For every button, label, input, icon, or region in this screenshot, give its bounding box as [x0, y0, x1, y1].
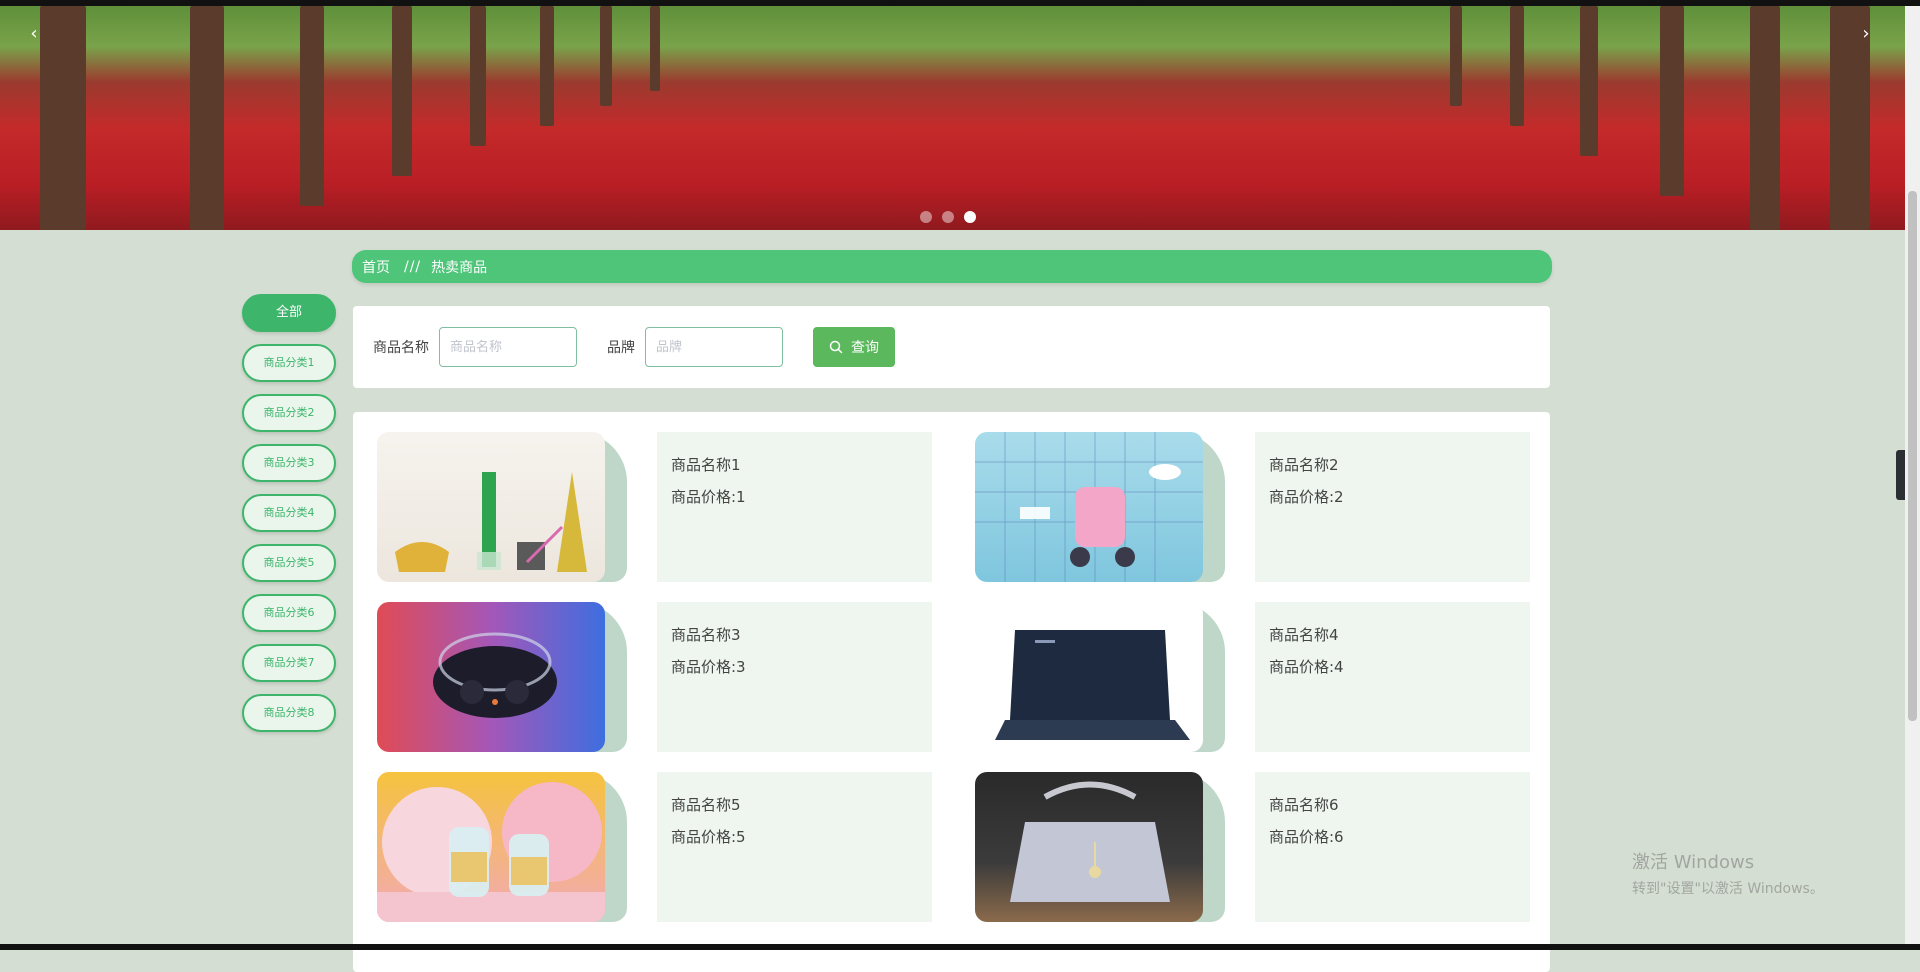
- category-button-3[interactable]: 商品分类3: [242, 444, 336, 482]
- banner-next-icon[interactable]: ›: [1856, 24, 1876, 44]
- category-sidebar: 全部 商品分类1 商品分类2 商品分类3 商品分类4 商品分类5 商品分类6 商…: [242, 294, 336, 744]
- product-image[interactable]: [377, 772, 605, 922]
- product-card[interactable]: 商品名称2 商品价格:2: [975, 432, 1555, 582]
- watermark-line1: 激活 Windows: [1632, 852, 1755, 873]
- carousel-dot-1[interactable]: [920, 211, 932, 223]
- search-button-label: 查询: [851, 340, 879, 356]
- product-price: 商品价格:4: [1269, 658, 1344, 676]
- product-info: 商品名称2 商品价格:2: [1255, 432, 1530, 582]
- carousel-dot-2[interactable]: [942, 211, 954, 223]
- product-name[interactable]: 商品名称6: [1269, 794, 1516, 815]
- product-card[interactable]: 商品名称6 商品价格:6: [975, 772, 1555, 922]
- product-price: 商品价格:6: [1269, 828, 1344, 846]
- product-card[interactable]: 商品名称1 商品价格:1: [377, 432, 957, 582]
- product-image[interactable]: [975, 602, 1203, 752]
- product-card[interactable]: 商品名称4 商品价格:4: [975, 602, 1555, 752]
- product-name[interactable]: 商品名称4: [1269, 624, 1516, 645]
- breadcrumb: 首页 /// 热卖商品: [352, 250, 1552, 283]
- breadcrumb-home[interactable]: 首页: [362, 257, 390, 277]
- product-image[interactable]: [377, 432, 605, 582]
- product-grid: 商品名称1 商品价格:1 商品名称2 商品价格:2 商品名称3 商品价格:3 商…: [353, 412, 1550, 972]
- product-name[interactable]: 商品名称5: [671, 794, 918, 815]
- category-button-4[interactable]: 商品分类4: [242, 494, 336, 532]
- product-image[interactable]: [975, 772, 1203, 922]
- banner-prev-icon[interactable]: ‹: [24, 24, 44, 44]
- brand-input[interactable]: [645, 327, 783, 367]
- banner-carousel[interactable]: ‹ ›: [0, 6, 1905, 230]
- product-name-label: 商品名称: [373, 340, 429, 356]
- breadcrumb-current: 热卖商品: [431, 259, 488, 276]
- carousel-dot-3[interactable]: [964, 211, 976, 223]
- scrollbar-thumb[interactable]: [1908, 191, 1917, 721]
- search-icon: [829, 340, 843, 354]
- product-name[interactable]: 商品名称2: [1269, 454, 1516, 475]
- product-info: 商品名称5 商品价格:5: [657, 772, 932, 922]
- carousel-dots: [920, 211, 976, 223]
- product-info: 商品名称6 商品价格:6: [1255, 772, 1530, 922]
- category-all-button[interactable]: 全部: [242, 294, 336, 332]
- search-panel: 商品名称 品牌 查询: [353, 306, 1550, 388]
- product-name[interactable]: 商品名称1: [671, 454, 918, 475]
- product-price: 商品价格:5: [671, 828, 746, 846]
- category-button-2[interactable]: 商品分类2: [242, 394, 336, 432]
- product-image[interactable]: [975, 432, 1203, 582]
- watermark-line2: 转到"设置"以激活 Windows。: [1632, 881, 1824, 897]
- product-name[interactable]: 商品名称3: [671, 624, 918, 645]
- category-button-5[interactable]: 商品分类5: [242, 544, 336, 582]
- product-image[interactable]: [377, 602, 605, 752]
- breadcrumb-separator: ///: [404, 258, 422, 275]
- windows-activation-watermark: 激活 Windows 转到"设置"以激活 Windows。: [1632, 848, 1824, 898]
- page-scrollbar[interactable]: [1905, 6, 1920, 944]
- product-card[interactable]: 商品名称3 商品价格:3: [377, 602, 957, 752]
- category-button-8[interactable]: 商品分类8: [242, 694, 336, 732]
- category-button-6[interactable]: 商品分类6: [242, 594, 336, 632]
- search-button[interactable]: 查询: [813, 327, 895, 367]
- brand-label: 品牌: [607, 340, 635, 356]
- product-price: 商品价格:1: [671, 488, 746, 506]
- product-name-input[interactable]: [439, 327, 577, 367]
- product-info: 商品名称3 商品价格:3: [657, 602, 932, 752]
- product-price: 商品价格:3: [671, 658, 746, 676]
- product-card[interactable]: 商品名称5 商品价格:5: [377, 772, 957, 922]
- category-button-7[interactable]: 商品分类7: [242, 644, 336, 682]
- product-info: 商品名称1 商品价格:1: [657, 432, 932, 582]
- category-button-1[interactable]: 商品分类1: [242, 344, 336, 382]
- bottom-edge: [0, 944, 1920, 950]
- product-info: 商品名称4 商品价格:4: [1255, 602, 1530, 752]
- product-price: 商品价格:2: [1269, 488, 1344, 506]
